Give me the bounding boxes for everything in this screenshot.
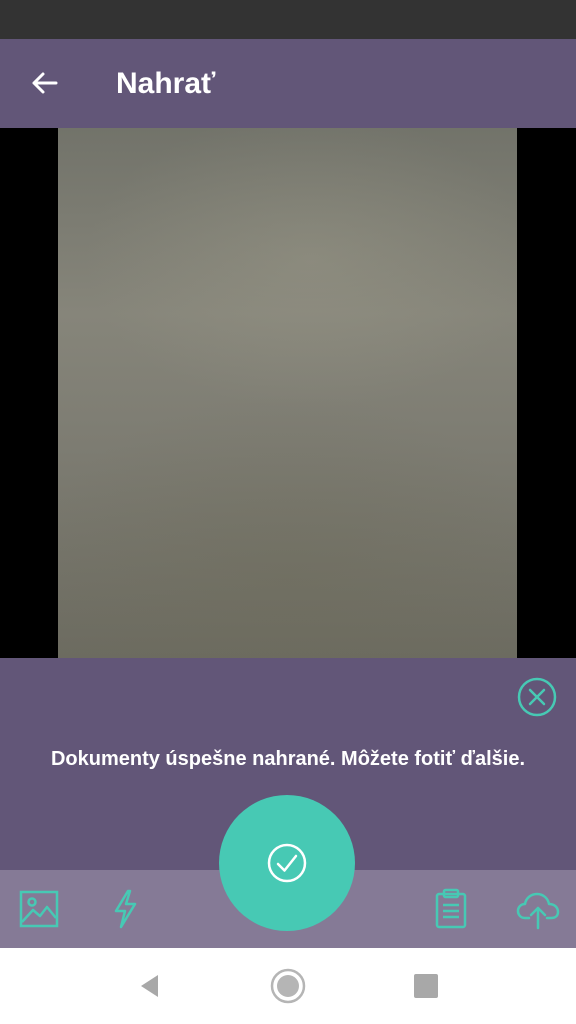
app-bar: Nahrať <box>0 39 576 128</box>
camera-preview[interactable] <box>58 128 517 658</box>
arrow-left-icon <box>32 72 58 94</box>
system-back-button[interactable] <box>128 964 172 1008</box>
close-circle-icon <box>517 677 557 717</box>
system-recents-button[interactable] <box>404 964 448 1008</box>
camera-preview-area <box>0 128 576 658</box>
capture-button[interactable] <box>219 795 355 931</box>
recents-square-icon <box>414 974 438 998</box>
status-bar <box>0 0 576 39</box>
flash-button[interactable] <box>104 884 146 934</box>
system-nav-bar <box>0 948 576 1024</box>
home-circle-icon <box>270 968 306 1004</box>
page-title: Nahrať <box>116 67 216 100</box>
check-circle-icon <box>267 843 307 883</box>
notification-message: Dokumenty úspešne nahrané. Môžete fotiť … <box>50 748 526 770</box>
cloud-upload-button[interactable] <box>512 884 564 934</box>
close-button[interactable] <box>516 676 558 718</box>
back-button[interactable] <box>20 59 68 107</box>
back-triangle-icon <box>141 975 158 997</box>
gallery-button[interactable] <box>14 884 64 934</box>
clipboard-icon <box>435 888 467 929</box>
system-home-button[interactable] <box>266 964 310 1008</box>
image-icon <box>19 890 59 928</box>
cloud-upload-icon <box>516 892 560 930</box>
clipboard-button[interactable] <box>428 884 474 934</box>
lightning-icon <box>114 889 137 929</box>
